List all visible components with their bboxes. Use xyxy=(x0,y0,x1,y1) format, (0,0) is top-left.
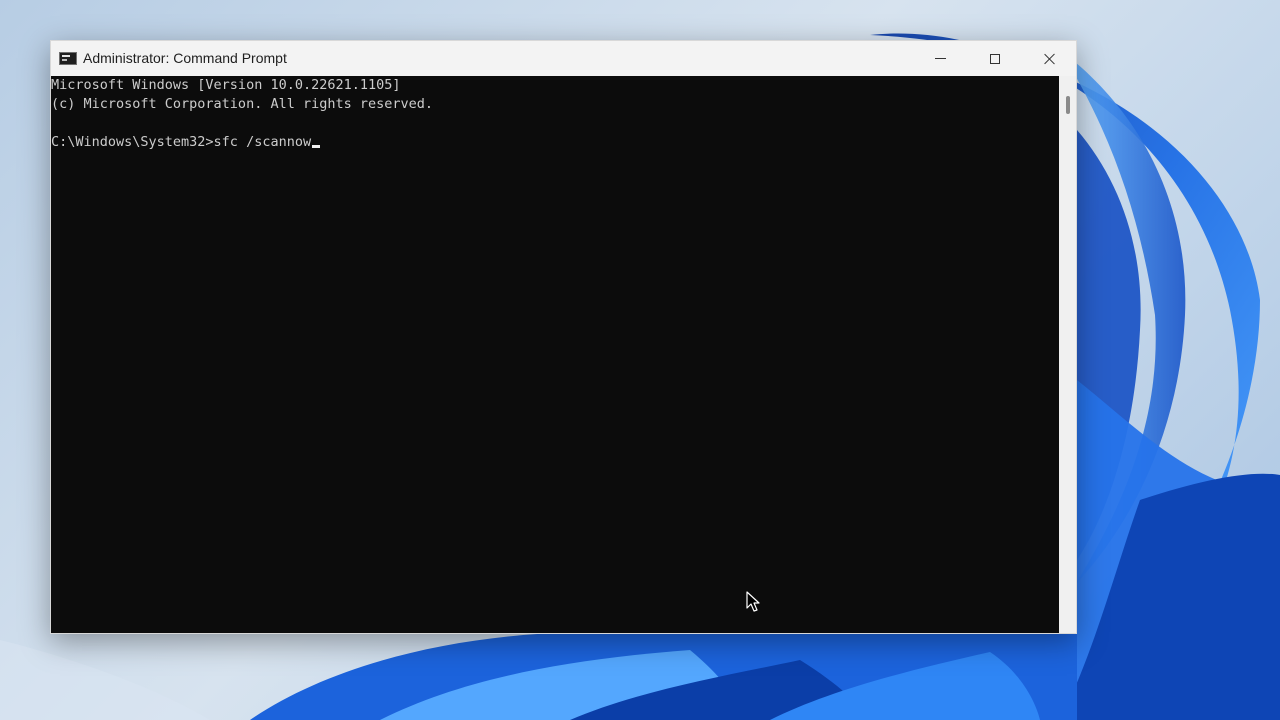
cmd-icon xyxy=(59,52,77,65)
close-button[interactable] xyxy=(1027,41,1073,76)
vertical-scrollbar[interactable] xyxy=(1059,76,1076,633)
terminal-line: (c) Microsoft Corporation. All rights re… xyxy=(51,96,434,112)
terminal-line: Microsoft Windows [Version 10.0.22621.11… xyxy=(51,77,401,93)
maximize-button[interactable] xyxy=(972,41,1018,76)
text-cursor xyxy=(312,145,321,148)
title-bar[interactable]: Administrator: Command Prompt xyxy=(51,41,1076,76)
window-title: Administrator: Command Prompt xyxy=(83,50,287,66)
close-icon xyxy=(1044,53,1056,65)
terminal-command-text: C:\Windows\System32>sfc /scannow xyxy=(51,134,312,150)
desktop: Administrator: Command Prompt Microsoft … xyxy=(0,0,1280,720)
minimize-button[interactable] xyxy=(917,41,963,76)
scrollbar-thumb[interactable] xyxy=(1066,96,1070,114)
maximize-icon xyxy=(990,53,1000,64)
terminal-output[interactable]: Microsoft Windows [Version 10.0.22621.11… xyxy=(51,76,1059,633)
minimize-icon xyxy=(934,58,946,59)
command-prompt-window[interactable]: Administrator: Command Prompt Microsoft … xyxy=(50,40,1077,634)
mouse-pointer-icon xyxy=(746,591,760,612)
terminal-prompt-line[interactable]: C:\Windows\System32>sfc /scannow xyxy=(51,133,1059,152)
